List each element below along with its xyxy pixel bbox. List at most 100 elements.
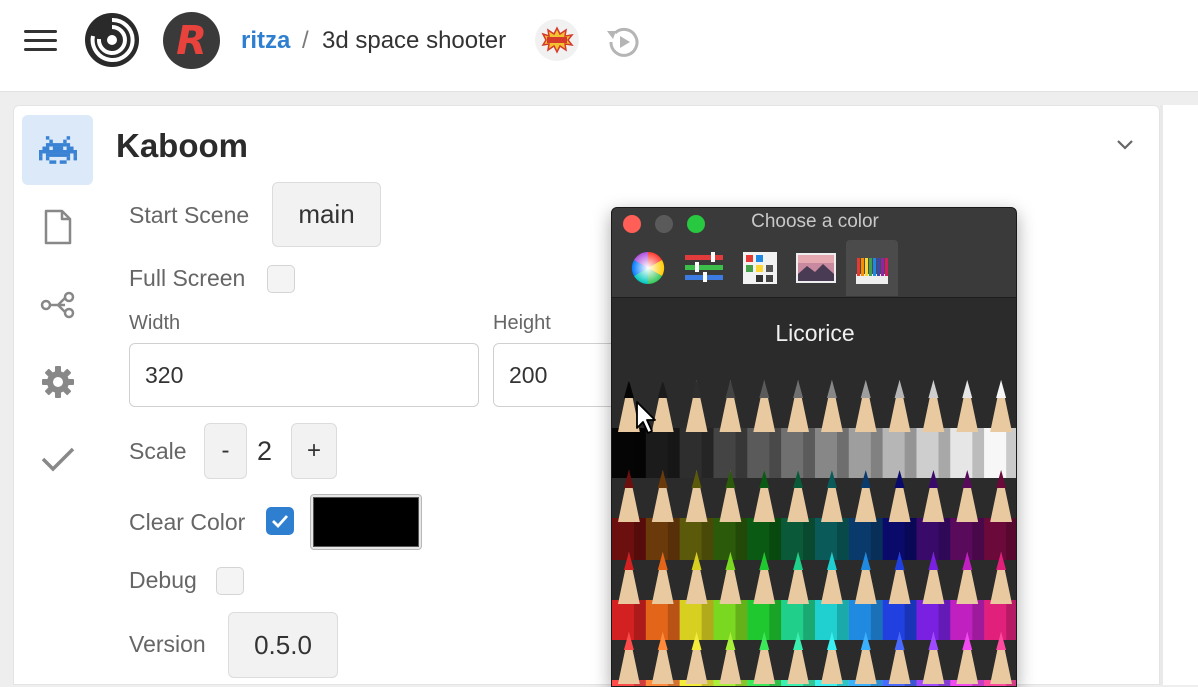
- pencil-swatch[interactable]: [612, 470, 647, 560]
- debug-label: Debug: [129, 567, 197, 593]
- pencil-swatch[interactable]: [848, 470, 884, 560]
- scale-decrease-button[interactable]: -: [204, 423, 247, 479]
- pencil-color-grid[interactable]: [612, 378, 1017, 687]
- pencil-swatch[interactable]: [713, 470, 748, 560]
- full-screen-label: Full Screen: [129, 265, 246, 291]
- pencil-swatch[interactable]: [713, 552, 748, 640]
- pencil-swatch[interactable]: [612, 552, 647, 640]
- clear-color-checkbox[interactable]: [266, 507, 294, 535]
- version-select[interactable]: 0.5.0: [228, 612, 338, 678]
- pencil-swatch[interactable]: [679, 552, 714, 640]
- pencil-swatch[interactable]: [747, 470, 782, 560]
- pencil-swatch[interactable]: [815, 380, 850, 478]
- color-picker-title: Choose a color: [751, 211, 879, 232]
- pencil-swatch[interactable]: [882, 380, 917, 478]
- pencil-swatch[interactable]: [645, 632, 681, 687]
- avatar[interactable]: R: [163, 12, 220, 69]
- pencil-swatch[interactable]: [781, 470, 816, 560]
- pencil-swatch[interactable]: [882, 632, 917, 687]
- sidebar-item-checks[interactable]: [22, 424, 93, 494]
- scale-increase-button[interactable]: +: [291, 423, 337, 479]
- breadcrumb-project-name[interactable]: 3d space shooter: [322, 26, 506, 56]
- chevron-down-icon[interactable]: [1114, 133, 1136, 155]
- full-screen-checkbox[interactable]: [267, 265, 295, 293]
- pencil-swatch[interactable]: [950, 470, 985, 560]
- color-sliders-icon: [685, 252, 723, 282]
- start-scene-select[interactable]: main: [272, 182, 381, 247]
- space-invader-icon: [38, 136, 77, 164]
- pencil-swatch[interactable]: [679, 380, 714, 478]
- sidebar-item-files[interactable]: [22, 192, 93, 262]
- pencil-swatch[interactable]: [950, 380, 985, 478]
- hamburger-menu-icon[interactable]: [24, 27, 58, 55]
- pencil-swatch[interactable]: [645, 552, 681, 640]
- pencil-swatch[interactable]: [781, 380, 816, 478]
- pencil-swatch[interactable]: [781, 632, 816, 687]
- color-palettes-icon: [743, 252, 777, 284]
- kaboom-badge-icon[interactable]: [535, 19, 579, 61]
- pencil-swatch[interactable]: [848, 552, 884, 640]
- mouse-cursor-icon: [636, 401, 656, 434]
- pencil-swatch[interactable]: [916, 470, 951, 560]
- pencil-swatch[interactable]: [950, 552, 985, 640]
- pencil-swatch[interactable]: [916, 632, 951, 687]
- share-icon: [40, 291, 74, 319]
- pencils-icon: [856, 258, 888, 284]
- pencil-swatch[interactable]: [815, 552, 850, 640]
- pencil-swatch[interactable]: [848, 632, 884, 687]
- history-icon[interactable]: [602, 21, 644, 63]
- tab-image-palettes[interactable]: [790, 240, 842, 296]
- pencil-swatch[interactable]: [916, 552, 951, 640]
- tab-pencils[interactable]: [846, 240, 898, 296]
- color-picker-window: Choose a color Licorice: [611, 207, 1017, 687]
- color-picker-titlebar: Choose a color: [612, 208, 1016, 298]
- clear-color-swatch-button[interactable]: [310, 494, 422, 550]
- pencil-swatch[interactable]: [848, 380, 884, 478]
- tab-color-wheel[interactable]: [622, 240, 674, 296]
- pencil-swatch[interactable]: [747, 632, 782, 687]
- top-bar: R ritza / 3d space shooter: [0, 0, 1198, 92]
- pencil-swatch[interactable]: [882, 470, 917, 560]
- pencil-swatch[interactable]: [747, 380, 782, 478]
- pencil-swatch[interactable]: [713, 380, 748, 478]
- tab-color-palettes[interactable]: [734, 240, 786, 296]
- pencil-swatch[interactable]: [713, 632, 748, 687]
- sidebar-item-share[interactable]: [22, 270, 93, 340]
- page-title: Kaboom: [116, 127, 248, 164]
- breadcrumb-separator: /: [302, 27, 309, 54]
- tab-color-sliders[interactable]: [678, 240, 730, 296]
- pencil-swatch[interactable]: [781, 552, 816, 640]
- clear-color-swatch: [313, 497, 419, 547]
- replit-logo-icon[interactable]: [84, 12, 140, 68]
- version-label: Version: [129, 631, 206, 657]
- sidebar-item-settings[interactable]: [22, 347, 93, 417]
- height-label: Height: [493, 312, 551, 334]
- pencil-swatch[interactable]: [747, 552, 782, 640]
- image-palettes-icon: [796, 253, 836, 283]
- pencil-swatch[interactable]: [984, 470, 1017, 560]
- pencil-swatch[interactable]: [815, 632, 850, 687]
- pencil-swatch[interactable]: [612, 632, 647, 687]
- pencil-swatch[interactable]: [815, 470, 850, 560]
- debug-checkbox[interactable]: [216, 567, 244, 595]
- pencil-swatch[interactable]: [679, 470, 714, 560]
- check-icon: [41, 447, 74, 472]
- file-icon: [44, 209, 71, 245]
- breadcrumb-owner-link[interactable]: ritza: [241, 26, 290, 56]
- right-panel-edge: [1160, 105, 1198, 685]
- scale-label: Scale: [129, 438, 187, 464]
- color-wheel-icon: [631, 251, 665, 285]
- pencil-swatch[interactable]: [984, 552, 1017, 640]
- sidebar-item-kaboom[interactable]: [22, 115, 93, 185]
- avatar-letter: R: [176, 18, 207, 64]
- width-input[interactable]: 320: [129, 343, 479, 407]
- selected-color-name: Licorice: [775, 320, 855, 346]
- pencil-swatch[interactable]: [984, 380, 1017, 478]
- pencil-swatch[interactable]: [679, 632, 714, 687]
- height-input[interactable]: 200: [493, 343, 623, 407]
- pencil-swatch[interactable]: [645, 470, 681, 560]
- pencil-swatch[interactable]: [916, 380, 951, 478]
- pencil-swatch[interactable]: [984, 632, 1017, 687]
- pencil-swatch[interactable]: [882, 552, 917, 640]
- pencil-swatch[interactable]: [950, 632, 985, 687]
